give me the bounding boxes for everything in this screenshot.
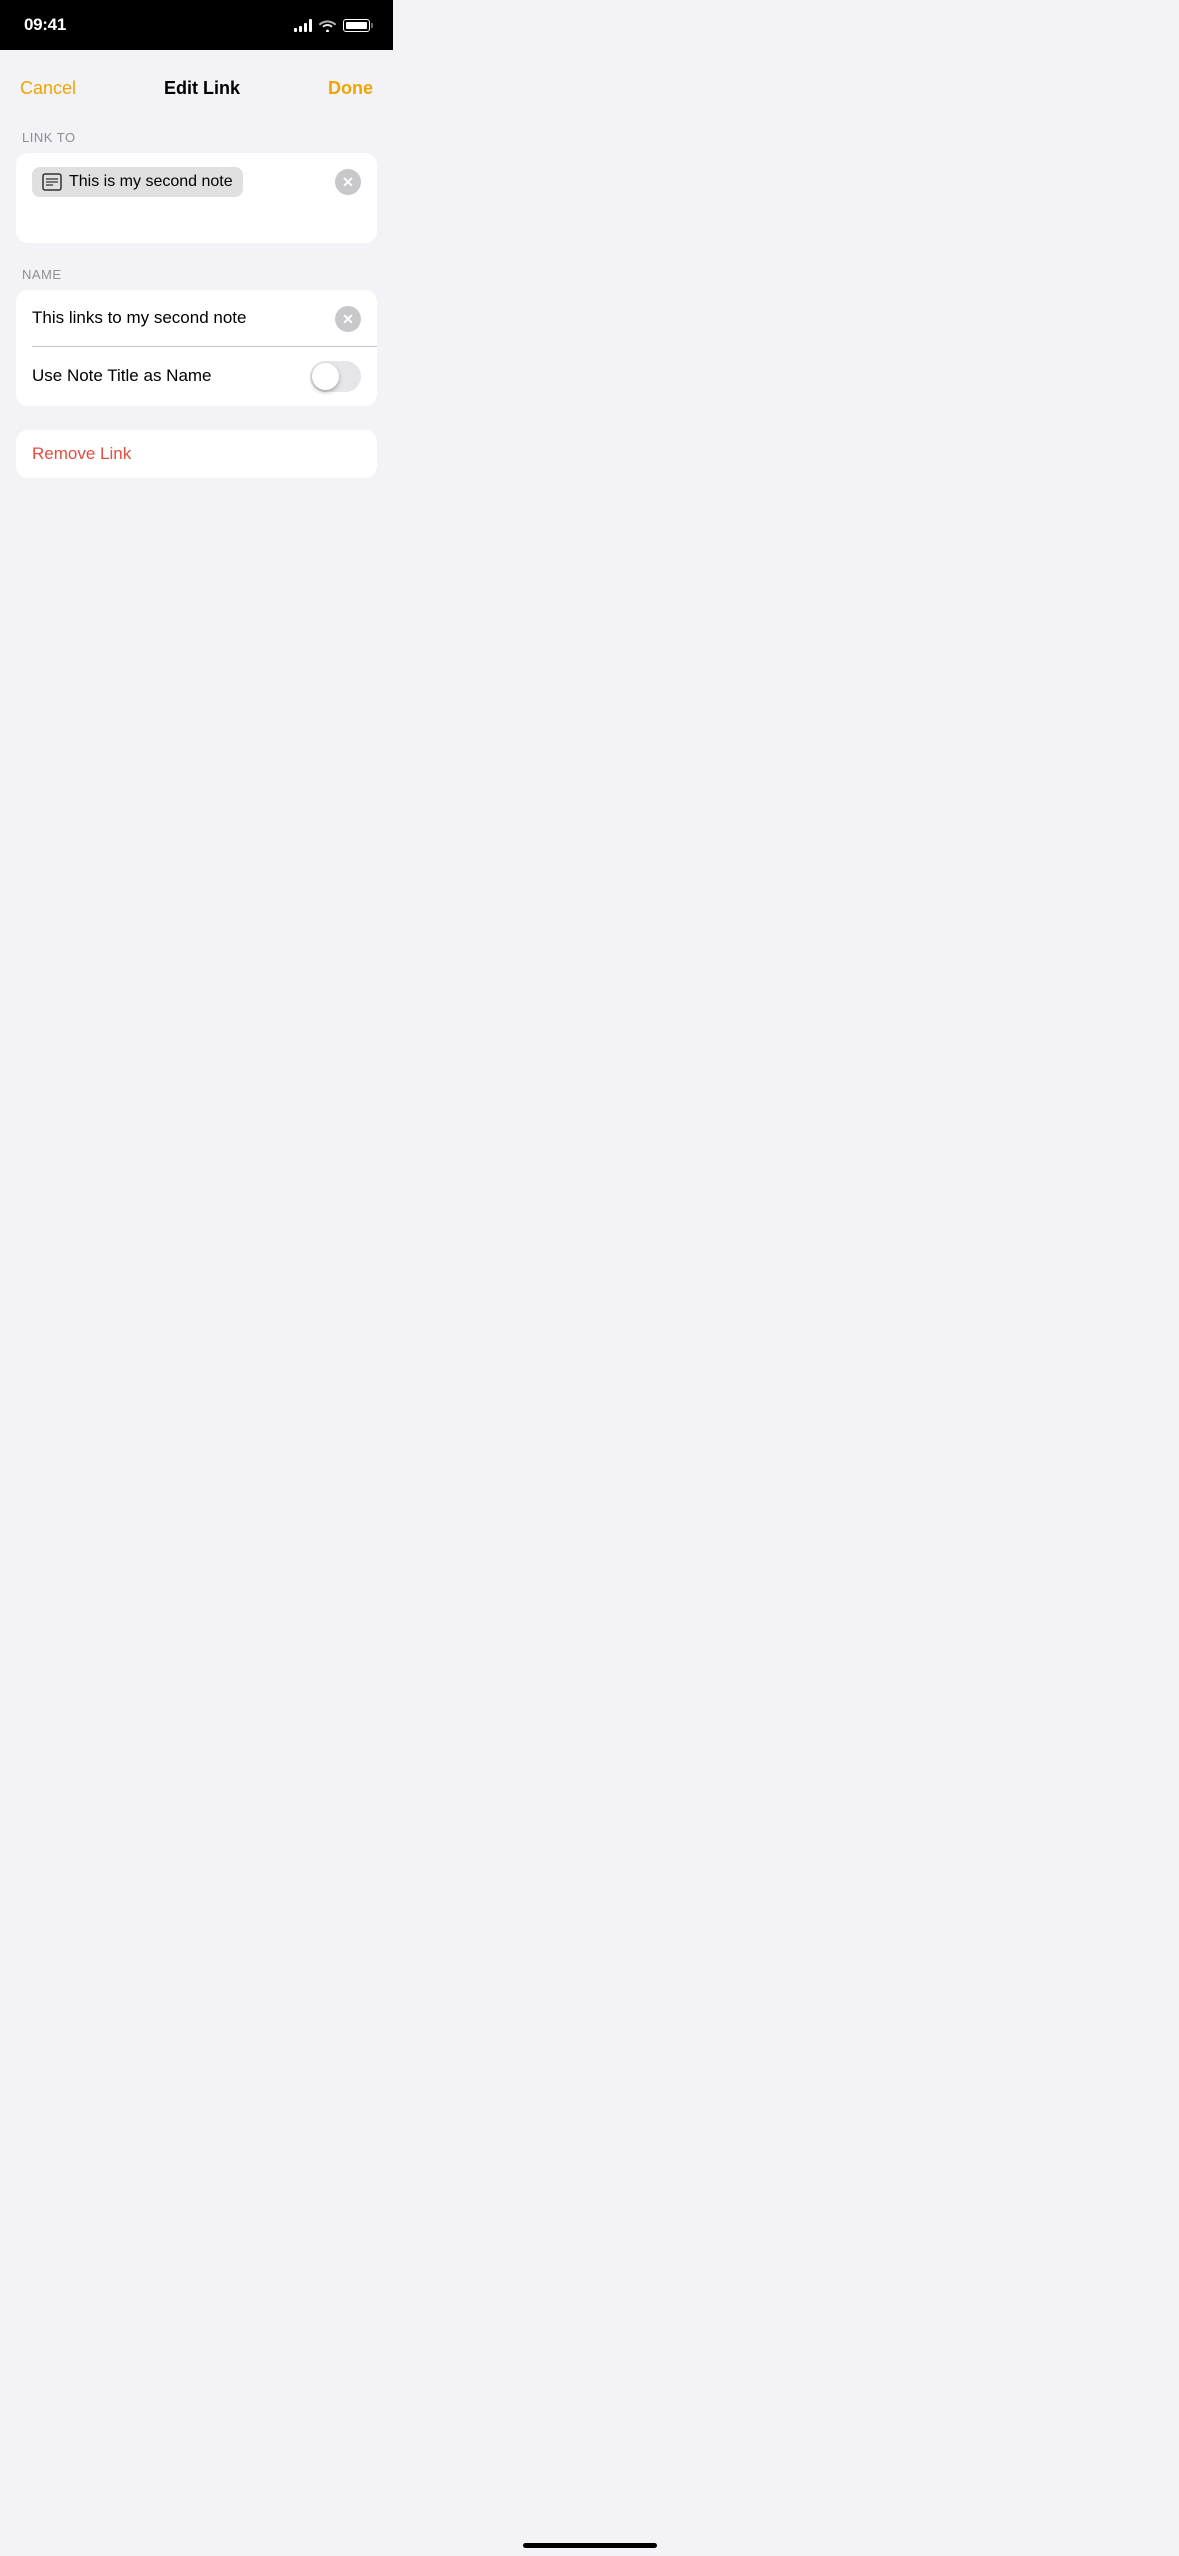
wifi-icon <box>319 19 336 32</box>
nav-area: Cancel Edit Link Done <box>0 50 393 110</box>
home-indicator <box>523 2543 657 2548</box>
toggle-row: Use Note Title as Name <box>16 347 377 406</box>
clear-name-button[interactable]: ✕ <box>335 306 361 332</box>
link-to-section-label: LINK TO <box>16 130 377 145</box>
battery-icon <box>343 19 373 32</box>
remove-link-card: Remove Link <box>16 430 377 478</box>
clear-link-button[interactable]: ✕ <box>335 169 361 195</box>
link-to-row: This is my second note ✕ <box>32 167 361 197</box>
cancel-button[interactable]: Cancel <box>20 78 76 99</box>
note-icon <box>42 173 62 191</box>
clear-icon: ✕ <box>342 175 354 189</box>
done-button[interactable]: Done <box>328 78 373 99</box>
nav-bar: Cancel Edit Link Done <box>0 66 393 110</box>
status-icons <box>294 19 373 32</box>
use-note-title-toggle[interactable] <box>310 361 361 392</box>
status-time: 09:41 <box>24 15 66 35</box>
name-input[interactable]: This links to my second note <box>32 308 335 328</box>
toggle-knob <box>312 363 339 390</box>
main-content: LINK TO This is my second note ✕ N <box>0 110 393 478</box>
status-bar: 09:41 <box>0 0 393 50</box>
name-card: This links to my second note ✕ Use Note … <box>16 290 377 406</box>
name-section-label: NAME <box>16 267 377 282</box>
signal-icon <box>294 19 312 32</box>
toggle-label: Use Note Title as Name <box>32 366 212 386</box>
page-title: Edit Link <box>164 78 240 99</box>
remove-link-row: Remove Link <box>16 430 377 478</box>
remove-link-button[interactable]: Remove Link <box>32 444 131 463</box>
link-to-card: This is my second note ✕ <box>16 153 377 243</box>
name-row: This links to my second note ✕ <box>16 290 377 346</box>
link-chip[interactable]: This is my second note <box>32 167 243 197</box>
link-to-inner: This is my second note ✕ <box>16 153 377 243</box>
link-chip-text: This is my second note <box>69 173 233 191</box>
clear-name-icon: ✕ <box>342 312 354 326</box>
